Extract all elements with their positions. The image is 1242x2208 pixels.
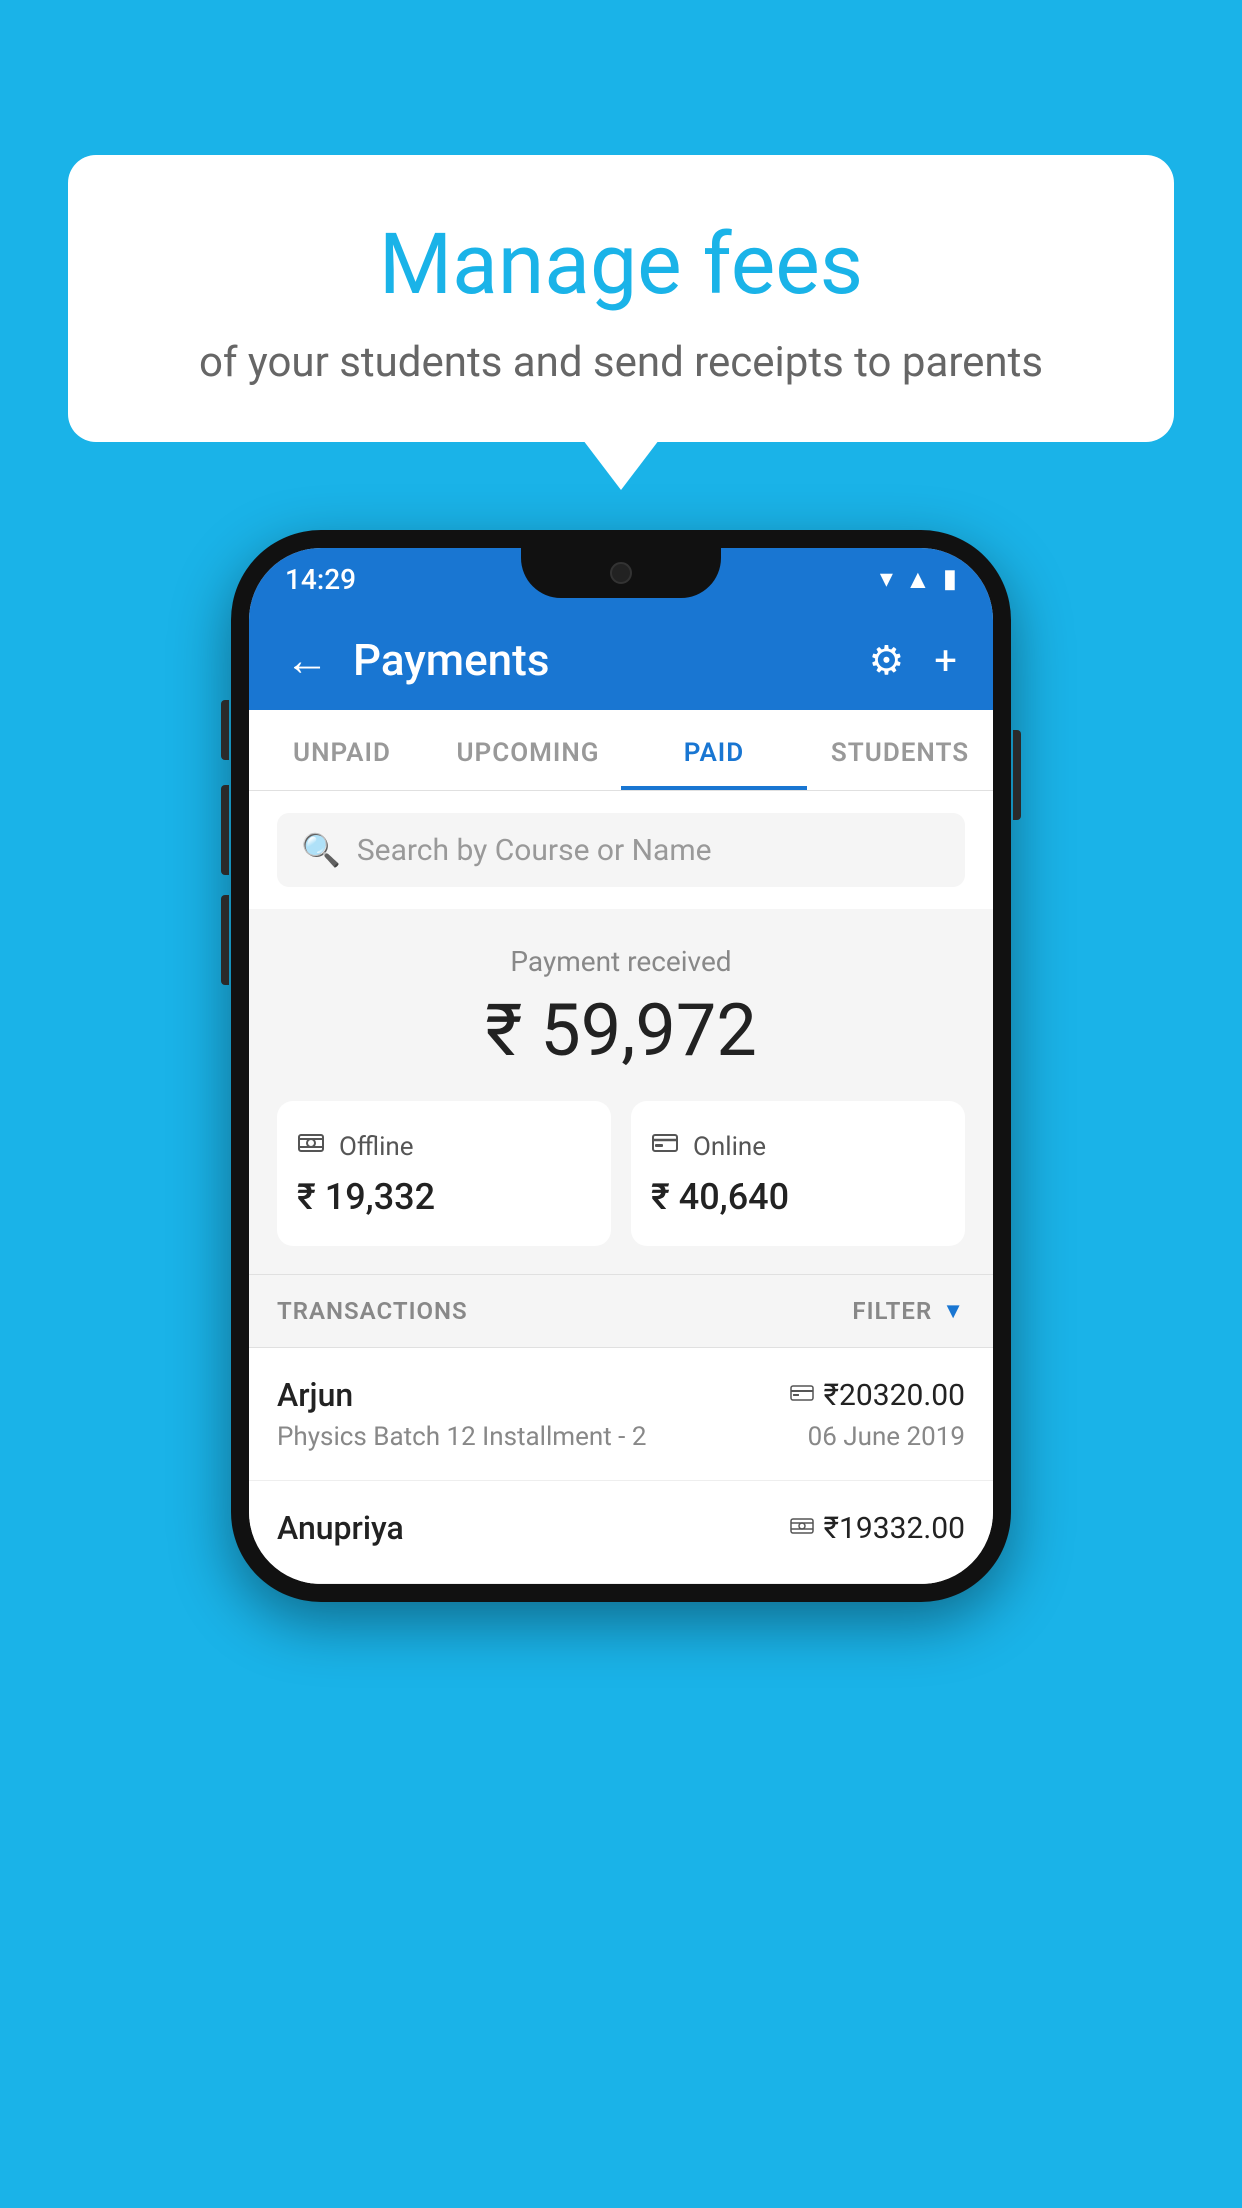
payment-total-amount: ₹ 59,972 xyxy=(277,988,965,1073)
transaction-item-arjun[interactable]: Arjun ₹20320.00 xyxy=(249,1348,993,1481)
search-icon: 🔍 xyxy=(301,831,341,869)
phone-outer: 14:29 ▾ ▲ ▮ ← Payments ⚙ + UNPAID xyxy=(231,530,1011,1602)
speech-bubble: Manage fees of your students and send re… xyxy=(68,155,1174,442)
filter-label: FILTER xyxy=(852,1297,932,1325)
bubble-subtitle: of your students and send receipts to pa… xyxy=(148,338,1094,387)
online-amount: ₹ 40,640 xyxy=(651,1176,945,1218)
online-payment-icon xyxy=(790,1381,814,1409)
offline-amount: ₹ 19,332 xyxy=(297,1176,591,1218)
filter-button[interactable]: FILTER ▼ xyxy=(852,1297,965,1325)
transaction-name-anupriya: Anupriya xyxy=(277,1509,404,1547)
offline-label: Offline xyxy=(339,1132,414,1162)
offline-payment-card: Offline ₹ 19,332 xyxy=(277,1101,611,1246)
app-header: ← Payments ⚙ + xyxy=(249,610,993,710)
transaction-amount-arjun: ₹20320.00 xyxy=(790,1378,965,1413)
tab-unpaid[interactable]: UNPAID xyxy=(249,710,435,790)
wifi-icon: ▾ xyxy=(880,564,893,594)
status-icons: ▾ ▲ ▮ xyxy=(880,564,957,595)
offline-icon xyxy=(297,1129,325,1164)
header-icons: ⚙ + xyxy=(868,637,957,684)
camera-dot xyxy=(610,562,632,584)
settings-icon[interactable]: ⚙ xyxy=(868,637,904,684)
transaction-detail-arjun: Physics Batch 12 Installment - 2 xyxy=(277,1422,646,1452)
transaction-date-arjun: 06 June 2019 xyxy=(808,1422,965,1452)
online-payment-card: Online ₹ 40,640 xyxy=(631,1101,965,1246)
tab-students[interactable]: STUDENTS xyxy=(807,710,993,790)
transaction-item-anupriya[interactable]: Anupriya ₹19332.00 xyxy=(249,1481,993,1584)
transaction-amount-anupriya: ₹19332.00 xyxy=(790,1511,965,1546)
tabs-container: UNPAID UPCOMING PAID STUDENTS xyxy=(249,710,993,791)
header-title: Payments xyxy=(353,634,844,686)
search-container: 🔍 Search by Course or Name xyxy=(249,791,993,909)
online-card-header: Online xyxy=(651,1129,945,1164)
status-time: 14:29 xyxy=(285,563,356,596)
payment-summary: Payment received ₹ 59,972 xyxy=(249,909,993,1274)
transactions-label: TRANSACTIONS xyxy=(277,1297,468,1325)
phone-screen: 14:29 ▾ ▲ ▮ ← Payments ⚙ + UNPAID xyxy=(249,548,993,1584)
signal-icon: ▲ xyxy=(905,564,931,595)
transaction-name-arjun: Arjun xyxy=(277,1376,353,1414)
side-button-left-3 xyxy=(221,895,229,985)
bubble-title: Manage fees xyxy=(148,215,1094,314)
speech-bubble-container: Manage fees of your students and send re… xyxy=(68,155,1174,442)
side-button-right xyxy=(1013,730,1021,820)
back-button[interactable]: ← xyxy=(285,634,329,686)
filter-icon: ▼ xyxy=(942,1298,965,1324)
payment-received-label: Payment received xyxy=(277,945,965,978)
add-icon[interactable]: + xyxy=(934,637,957,684)
online-icon xyxy=(651,1129,679,1164)
payment-cards: Offline ₹ 19,332 xyxy=(277,1101,965,1246)
transaction-row1: Arjun ₹20320.00 xyxy=(277,1376,965,1414)
offline-payment-icon xyxy=(790,1514,814,1542)
search-placeholder: Search by Course or Name xyxy=(357,833,712,868)
phone-mockup: 14:29 ▾ ▲ ▮ ← Payments ⚙ + UNPAID xyxy=(231,530,1011,1602)
side-button-left-2 xyxy=(221,785,229,875)
transaction-row1-anupriya: Anupriya ₹19332.00 xyxy=(277,1509,965,1547)
search-box[interactable]: 🔍 Search by Course or Name xyxy=(277,813,965,887)
side-button-left-1 xyxy=(221,700,229,760)
offline-card-header: Offline xyxy=(297,1129,591,1164)
online-label: Online xyxy=(693,1132,766,1162)
tab-upcoming[interactable]: UPCOMING xyxy=(435,710,621,790)
transaction-amount-value-anupriya: ₹19332.00 xyxy=(824,1511,965,1546)
tab-paid[interactable]: PAID xyxy=(621,710,807,790)
phone-notch xyxy=(521,548,721,598)
transactions-header: TRANSACTIONS FILTER ▼ xyxy=(249,1274,993,1348)
transaction-row2-arjun: Physics Batch 12 Installment - 2 06 June… xyxy=(277,1422,965,1452)
battery-icon: ▮ xyxy=(943,564,957,594)
transaction-amount-value-arjun: ₹20320.00 xyxy=(824,1378,965,1413)
